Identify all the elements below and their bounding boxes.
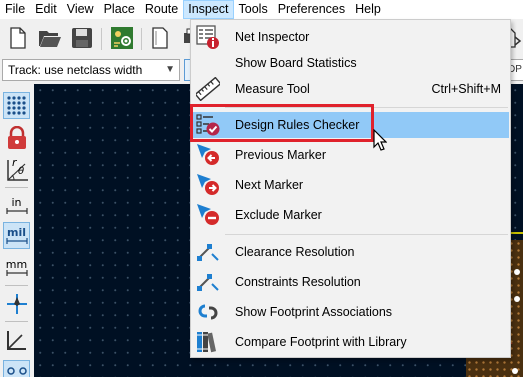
ruler-icon <box>196 77 220 101</box>
constraints-resolution-icon <box>197 274 219 291</box>
inspect-menu-dropdown: Net Inspector Show Board Statistics Meas… <box>190 19 511 358</box>
track-width-value: Track: use netclass width <box>8 63 143 77</box>
menu-item-previous-marker[interactable]: Previous Marker <box>192 142 509 168</box>
measure-tool-label: Measure Tool <box>235 82 310 96</box>
grid-toggle-icon[interactable] <box>3 92 30 119</box>
units-mil-button[interactable]: mil <box>3 222 30 249</box>
net-inspector-icon <box>196 25 219 49</box>
menu-item-exclude-marker[interactable]: Exclude Marker <box>192 202 509 228</box>
lock-grid-icon[interactable] <box>3 124 30 151</box>
menu-place[interactable]: Place <box>99 0 140 19</box>
board-pad <box>512 368 518 374</box>
next-marker-icon <box>197 174 219 195</box>
angle-measure-icon[interactable] <box>3 326 30 353</box>
page-settings-icon[interactable] <box>147 25 173 51</box>
left-toolbar: r θ in mil mm <box>0 84 33 377</box>
menu-item-next-marker[interactable]: Next Marker <box>192 172 509 198</box>
menubar: File Edit View Place Route Inspect Tools… <box>0 0 523 19</box>
measure-tool-shortcut: Ctrl+Shift+M <box>431 82 501 96</box>
exclude-marker-label: Exclude Marker <box>235 208 322 222</box>
units-mil-label: mil <box>6 226 26 239</box>
menu-item-board-statistics[interactable]: Show Board Statistics <box>192 50 509 76</box>
menu-item-net-inspector[interactable]: Net Inspector <box>192 24 509 50</box>
open-folder-icon[interactable] <box>37 25 63 51</box>
board-pad <box>514 296 520 302</box>
menu-item-clearance-resolution[interactable]: Clearance Resolution <box>192 239 509 265</box>
clearance-resolution-label: Clearance Resolution <box>235 245 355 259</box>
save-icon[interactable] <box>69 25 95 51</box>
menu-tools[interactable]: Tools <box>234 0 273 19</box>
menu-item-footprint-associations[interactable]: Show Footprint Associations <box>192 299 509 325</box>
menu-item-measure-tool[interactable]: Measure Tool Ctrl+Shift+M <box>192 76 509 102</box>
clearance-resolution-icon <box>197 244 219 261</box>
net-inspector-label: Net Inspector <box>235 30 310 44</box>
chevron-down-icon: ▼ <box>165 64 175 75</box>
polar-r-label: r <box>12 156 17 169</box>
menu-item-constraints-resolution[interactable]: Constraints Resolution <box>192 269 509 295</box>
menu-view[interactable]: View <box>62 0 99 19</box>
polar-coords-icon[interactable]: r θ <box>3 156 30 183</box>
units-mm-button[interactable]: mm <box>3 254 30 281</box>
units-mm-label: mm <box>5 258 28 271</box>
highlight-callout-frame <box>190 104 374 142</box>
menu-preferences[interactable]: Preferences <box>273 0 350 19</box>
compare-footprint-label: Compare Footprint with Library <box>235 335 407 349</box>
menu-route[interactable]: Route <box>140 0 183 19</box>
cursor-crosshair-icon[interactable] <box>3 290 30 317</box>
menu-item-compare-footprint[interactable]: Compare Footprint with Library <box>192 329 509 355</box>
previous-marker-icon <box>197 144 219 165</box>
next-marker-label: Next Marker <box>235 178 304 192</box>
ratsnest-toggle-icon[interactable] <box>3 360 30 377</box>
board-statistics-label: Show Board Statistics <box>235 56 357 70</box>
menu-file[interactable]: File <box>0 0 30 19</box>
board-setup-icon[interactable] <box>109 25 135 51</box>
menu-inspect[interactable]: Inspect <box>183 0 234 19</box>
units-in-label: in <box>11 196 22 209</box>
exclude-marker-icon <box>197 204 219 225</box>
units-inch-button[interactable]: in <box>3 192 30 219</box>
track-width-select[interactable]: Track: use netclass width ▼ <box>2 59 180 81</box>
board-pad <box>514 269 520 275</box>
menu-edit[interactable]: Edit <box>30 0 62 19</box>
new-file-icon[interactable] <box>5 25 31 51</box>
footprint-associations-icon <box>198 304 218 320</box>
library-books-icon <box>197 332 217 353</box>
constraints-resolution-label: Constraints Resolution <box>235 275 361 289</box>
menu-help[interactable]: Help <box>350 0 386 19</box>
footprint-associations-label: Show Footprint Associations <box>235 305 393 319</box>
mouse-pointer-icon <box>373 129 387 151</box>
polar-theta-label: θ <box>18 166 25 177</box>
previous-marker-label: Previous Marker <box>235 148 326 162</box>
